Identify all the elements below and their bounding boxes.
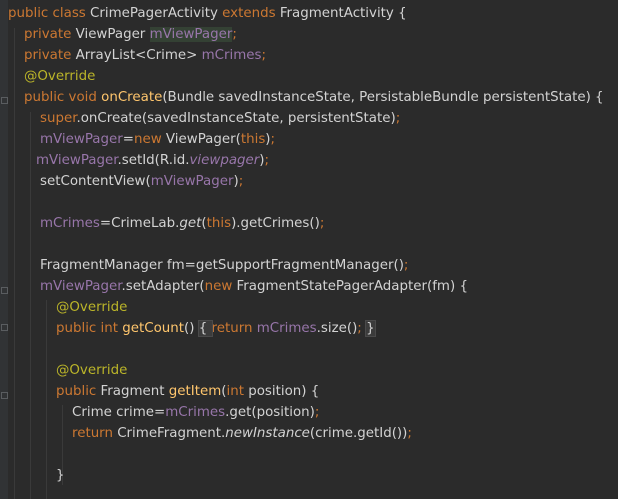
code-token: new <box>204 279 237 294</box>
editor-gutter <box>0 0 8 499</box>
code-line[interactable]: Crime crime=mCrimes.get(position); <box>72 402 319 423</box>
code-line[interactable]: mCrimes=CrimeLab.get(this).getCrimes(); <box>40 213 324 234</box>
code-token: ; <box>314 405 320 420</box>
code-token: public class <box>8 6 91 21</box>
code-line[interactable]: } <box>56 465 65 486</box>
code-token: return <box>72 426 118 441</box>
code-token: FragmentActivity { <box>279 6 407 21</box>
code-token: this <box>206 216 232 231</box>
indent-guide <box>46 300 47 499</box>
code-token: FragmentManager fm=getSupportFragmentMan… <box>40 258 404 273</box>
code-line[interactable]: mViewPager=new ViewPager(this); <box>40 129 275 150</box>
code-line[interactable]: setContentView(mViewPager); <box>40 171 243 192</box>
code-line[interactable]: public class CrimePagerActivity extends … <box>8 3 407 24</box>
code-token: get <box>179 216 202 231</box>
code-token: @Override <box>56 300 128 315</box>
code-token: getCount <box>122 321 185 336</box>
code-token: new <box>133 132 166 147</box>
code-line[interactable]: FragmentManager fm=getSupportFragmentMan… <box>40 255 408 276</box>
code-token: mViewPager <box>150 174 234 189</box>
code-line[interactable]: private ViewPager mViewPager; <box>24 24 237 45</box>
code-token: mCrimes <box>165 405 226 420</box>
code-token: private <box>24 48 76 63</box>
code-token: ; <box>238 174 244 189</box>
code-line[interactable]: public void onCreate(Bundle savedInstanc… <box>24 87 604 108</box>
code-token: .get(position) <box>225 405 315 420</box>
code-token: =CrimeLab. <box>99 216 180 231</box>
code-line[interactable]: super.onCreate(savedInstanceState, persi… <box>40 108 400 129</box>
code-token: this <box>240 132 266 147</box>
indent-guide <box>30 112 31 499</box>
code-token: ; <box>407 426 412 441</box>
code-line[interactable]: public int getCount() { return mCrimes.s… <box>56 318 376 339</box>
code-token: public void <box>24 90 102 105</box>
code-line[interactable]: return CrimeFragment.newInstance(crime.g… <box>72 423 412 444</box>
code-token: } <box>56 468 65 483</box>
code-token: CrimePagerActivity <box>90 6 223 21</box>
code-token: ViewPager( <box>165 132 241 147</box>
code-token: ; <box>357 321 367 336</box>
fold-icon[interactable] <box>1 324 8 331</box>
code-token: ).getCrimes() <box>231 216 320 231</box>
code-token: ViewPager <box>75 27 150 42</box>
code-token: } <box>365 320 376 337</box>
code-line[interactable]: @Override <box>56 297 127 318</box>
code-token: Crime crime= <box>72 405 166 420</box>
code-token: FragmentStatePagerAdapter(fm) { <box>236 279 468 294</box>
fold-icon[interactable] <box>1 97 8 104</box>
code-token: ; <box>264 153 270 168</box>
code-line[interactable]: private ArrayList<Crime> mCrimes; <box>24 45 266 66</box>
code-token: mViewPager <box>40 279 122 294</box>
code-token: Fragment <box>100 384 169 399</box>
code-token: .size() <box>316 321 358 336</box>
code-token: ; <box>261 48 267 63</box>
code-token: mViewPager <box>149 27 233 42</box>
code-token: mCrimes <box>256 321 317 336</box>
code-token: super <box>40 111 77 126</box>
indent-guide <box>14 28 15 499</box>
code-token: ; <box>395 111 401 126</box>
code-token: ; <box>403 258 409 273</box>
code-token: (Bundle savedInstanceState, PersistableB… <box>162 90 604 105</box>
code-token: ; <box>319 216 325 231</box>
code-token: newInstance <box>225 426 310 441</box>
code-token: CrimeFragment. <box>117 426 226 441</box>
code-token: mCrimes <box>201 48 262 63</box>
code-token: ArrayList<Crime> <box>75 48 202 63</box>
code-token: viewpager <box>189 153 260 168</box>
code-token: private <box>24 27 76 42</box>
code-line[interactable]: @Override <box>56 360 127 381</box>
code-line[interactable]: public Fragment getItem(int position) { <box>56 381 319 402</box>
code-token: = <box>122 132 134 147</box>
code-token: extends <box>222 6 280 21</box>
code-token: mViewPager <box>36 153 118 168</box>
code-token: mViewPager <box>40 132 123 147</box>
code-token: public <box>56 384 101 399</box>
code-token: getItem <box>168 384 222 399</box>
code-line[interactable]: @Override <box>24 66 95 87</box>
fold-icon[interactable] <box>1 287 8 294</box>
code-token: mCrimes <box>40 216 100 231</box>
code-token: public int <box>56 321 123 336</box>
code-token: @Override <box>24 69 96 84</box>
code-token: int <box>226 384 249 399</box>
code-line[interactable]: mViewPager.setId(R.id.viewpager); <box>36 150 269 171</box>
code-token: .setAdapter( <box>121 279 205 294</box>
code-token: onCreate <box>101 90 163 105</box>
fold-icon[interactable] <box>1 392 8 399</box>
code-token: .setId(R.id. <box>117 153 190 168</box>
code-line[interactable]: mViewPager.setAdapter(new FragmentStateP… <box>40 276 468 297</box>
code-token: () <box>184 321 199 336</box>
code-token: (crime.getId()) <box>309 426 408 441</box>
code-token: { <box>197 320 213 337</box>
code-token: return <box>211 321 257 336</box>
code-token: .onCreate(savedInstanceState, persistent… <box>76 111 396 126</box>
code-token: ; <box>270 132 276 147</box>
code-token: ; <box>232 27 237 42</box>
code-token: @Override <box>56 363 128 378</box>
code-token: setContentView( <box>40 174 151 189</box>
code-token: position) { <box>248 384 320 399</box>
